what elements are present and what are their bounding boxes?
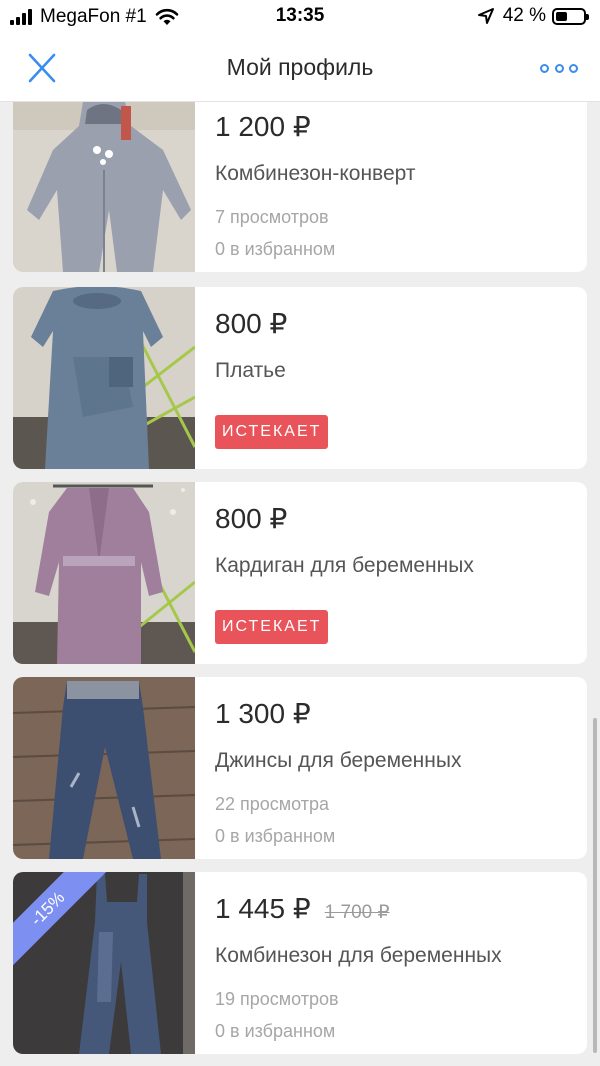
listing-views: 7 просмотров xyxy=(215,207,329,227)
listing-photo xyxy=(13,287,195,469)
more-options-icon[interactable] xyxy=(540,58,578,78)
listing-photo xyxy=(13,482,195,664)
listing-list: 1 200 ₽ Комбинезон-конверт 7 просмотров … xyxy=(0,102,600,1066)
nav-bar: Мой профиль xyxy=(0,34,600,102)
listing-price: 800 ₽ xyxy=(215,308,288,339)
listing-info: 1 200 ₽ Комбинезон-конверт 7 просмотров … xyxy=(215,102,577,272)
listing-photo: -15% xyxy=(13,872,195,1054)
listing-title: Джинсы для беременных xyxy=(215,749,462,772)
listing-card[interactable]: 800 ₽ Платье ИСТЕКАЕТ xyxy=(13,287,587,469)
listing-card[interactable]: 1 300 ₽ Джинсы для беременных 22 просмот… xyxy=(13,677,587,859)
listing-favorites: 0 в избранном xyxy=(215,239,336,259)
listing-favorites: 0 в избранном xyxy=(215,826,336,846)
listing-photo xyxy=(13,102,195,272)
listing-card[interactable]: 1 200 ₽ Комбинезон-конверт 7 просмотров … xyxy=(13,102,587,272)
battery-percent: 42 % xyxy=(502,5,546,26)
listing-price: 1 200 ₽ xyxy=(215,111,311,142)
page-title: Мой профиль xyxy=(226,54,374,80)
listing-info: 1 300 ₽ Джинсы для беременных 22 просмот… xyxy=(215,677,577,859)
status-bar: MegaFon #1 13:35 42 % xyxy=(0,0,600,34)
battery-icon xyxy=(552,7,589,25)
listing-price: 1 445 ₽ xyxy=(215,893,311,924)
listing-price: 800 ₽ xyxy=(215,503,288,534)
listing-views: 19 просмотров xyxy=(215,989,339,1009)
battery-level xyxy=(556,11,567,21)
listing-info: 800 ₽ Платье ИСТЕКАЕТ xyxy=(215,287,577,469)
listing-card[interactable]: -15% 1 445 ₽ 1 700 ₽ Комбинезон для берем… xyxy=(13,872,587,1054)
listing-price: 1 300 ₽ xyxy=(215,698,311,729)
status-badge: ИСТЕКАЕТ xyxy=(215,610,329,644)
listing-title: Платье xyxy=(215,359,286,382)
listing-favorites: 0 в избранном xyxy=(215,1021,336,1041)
location-arrow-icon xyxy=(477,8,494,24)
listing-views: 22 просмотра xyxy=(215,794,330,814)
listing-card[interactable]: 800 ₽ Кардиган для беременных ИСТЕКАЕТ xyxy=(13,482,587,664)
listing-title: Комбинезон для беременных xyxy=(215,944,502,967)
listing-info: 1 445 ₽ 1 700 ₽ Комбинезон для беременных… xyxy=(215,872,577,1054)
scrollbar[interactable] xyxy=(593,718,597,1053)
listing-info: 800 ₽ Кардиган для беременных ИСТЕКАЕТ xyxy=(215,482,577,664)
listing-title: Кардиган для беременных xyxy=(215,554,474,577)
listing-photo xyxy=(13,677,195,859)
listing-title: Комбинезон-конверт xyxy=(215,162,416,185)
status-right: 42 % xyxy=(477,5,589,27)
status-badge: ИСТЕКАЕТ xyxy=(215,415,329,449)
listing-old-price: 1 700 ₽ xyxy=(324,902,390,923)
listing-price-row: 1 445 ₽ 1 700 ₽ xyxy=(215,892,390,925)
